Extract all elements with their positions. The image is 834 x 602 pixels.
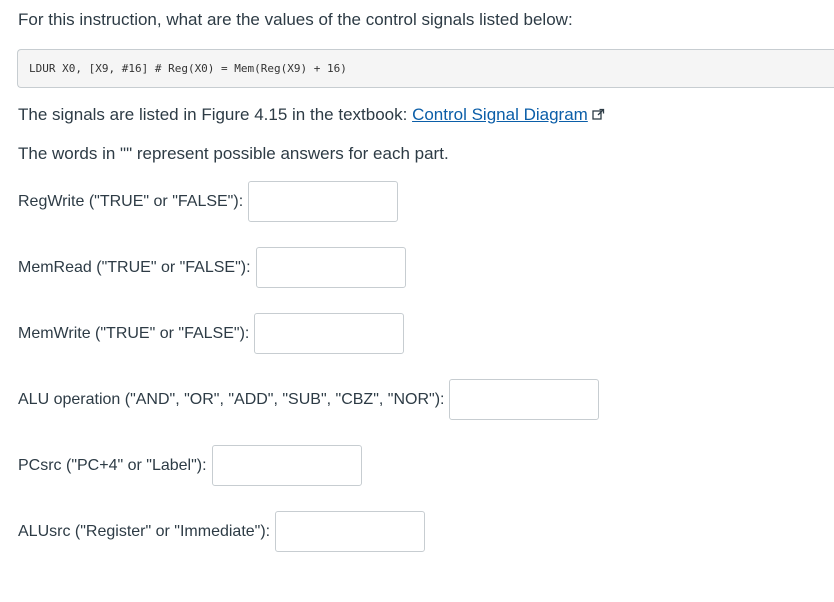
memread-input[interactable] (255, 247, 406, 288)
reference-line: The signals are listed in Figure 4.15 in… (18, 103, 605, 128)
alusrc-input[interactable] (275, 511, 426, 552)
regwrite-input[interactable] (248, 181, 399, 222)
code-text: LDUR X0, [X9, #16] # Reg(X0) = Mem(Reg(X… (29, 62, 347, 75)
code-block: LDUR X0, [X9, #16] # Reg(X0) = Mem(Reg(X… (17, 49, 834, 88)
memwrite-input[interactable] (254, 313, 405, 354)
alusrc-row: ALUsrc ("Register" or "Immediate"): (18, 511, 426, 552)
pcsrc-input[interactable] (211, 445, 362, 486)
regwrite-row: RegWrite ("TRUE" or "FALSE"): (18, 181, 399, 222)
alu-operation-input[interactable] (449, 379, 600, 420)
alu-operation-row: ALU operation ("AND", "OR", "ADD", "SUB"… (18, 379, 600, 420)
external-link-icon (592, 104, 605, 128)
reference-text: The signals are listed in Figure 4.15 in… (18, 105, 413, 124)
alusrc-label: ALUsrc ("Register" or "Immediate"): (18, 522, 271, 540)
question-text: For this instruction, what are the value… (18, 10, 573, 29)
control-signal-diagram-link[interactable]: Control Signal Diagram (412, 105, 588, 124)
memread-row: MemRead ("TRUE" or "FALSE"): (18, 247, 406, 288)
pcsrc-row: PCsrc ("PC+4" or "Label"): (18, 445, 362, 486)
pcsrc-label: PCsrc ("PC+4" or "Label"): (18, 456, 207, 474)
memwrite-row: MemWrite ("TRUE" or "FALSE"): (18, 313, 405, 354)
memwrite-label: MemWrite ("TRUE" or "FALSE"): (18, 324, 250, 342)
regwrite-label: RegWrite ("TRUE" or "FALSE"): (18, 192, 244, 210)
memread-label: MemRead ("TRUE" or "FALSE"): (18, 258, 251, 276)
alu-operation-label: ALU operation ("AND", "OR", "ADD", "SUB"… (18, 390, 445, 408)
hint-text: The words in "" represent possible answe… (18, 144, 449, 163)
